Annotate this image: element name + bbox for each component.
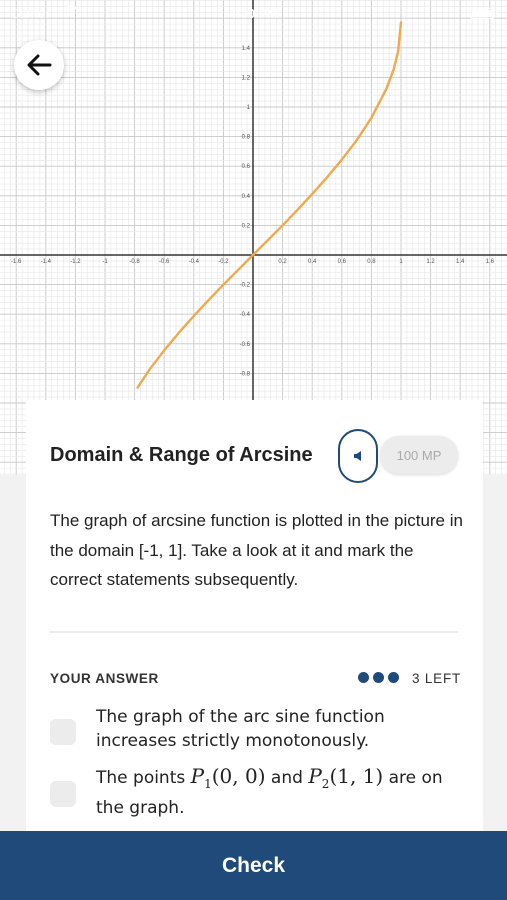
x-tick-label: 0.8 [367,259,376,265]
y-tick-label: 0.4 [242,194,251,200]
x-tick-label: 0.6 [338,259,347,265]
your-answer-label: YOUR ANSWER [50,671,159,686]
x-tick-label: -0.4 [189,259,200,265]
remaining-count: 3 LEFT [412,671,462,686]
progress-dot [373,672,384,683]
x-tick-label: 1 [399,259,403,265]
math-args: (1, 1) [329,764,384,788]
check-button[interactable]: Check [0,831,507,900]
x-tick-label: 0.4 [308,259,317,265]
option-text: The points P1(0, 0) and P2(1, 1) are on … [96,764,460,820]
back-button[interactable] [14,40,64,90]
status-bar: Carrier 4:30 PM [0,0,507,26]
y-tick-label: 0.2 [242,223,251,229]
math-point-p1: P1(0, 0) [190,764,266,791]
progress-dot [388,672,399,683]
option-checkbox[interactable] [50,719,76,745]
y-tick-label: 0.6 [242,164,251,170]
math-symbol: P [190,764,205,788]
answer-option-2[interactable]: The points P1(0, 0) and P2(1, 1) are on … [50,764,460,818]
question-card: Domain & Range of Arcsine 100 MP The gra… [26,400,483,840]
x-tick-label: -0.6 [159,259,170,265]
math-args: (0, 0) [211,764,266,788]
remaining-dots [358,672,399,683]
x-tick-label: 1.2 [426,259,435,265]
question-description: The graph of arcsine function is plotted… [50,511,463,589]
answer-option-1[interactable]: The graph of the arc sine function incre… [50,705,460,755]
option-text-part: The points [96,768,191,788]
x-tick-label: 1.6 [486,259,495,265]
y-tick-label: -0.2 [240,283,251,289]
x-tick-label: 0.2 [278,259,287,265]
progress-dot [358,672,369,683]
divider [50,631,458,633]
speaker-icon [354,451,361,461]
y-tick-label: 0.8 [242,135,251,141]
option-checkbox[interactable] [50,781,76,807]
y-tick-label: 1.4 [242,46,251,52]
math-point-p2: P2(1, 1) [308,764,384,791]
x-tick-label: -1.4 [41,259,52,265]
audio-button[interactable] [338,429,378,483]
option-text: The graph of the arc sine function incre… [96,707,385,751]
option-text-part: and [265,768,309,788]
mp-badge: 100 MP [380,436,458,474]
y-tick-label: 1 [247,105,251,111]
status-time: 4:30 PM [228,6,279,21]
x-tick-label: -1 [102,259,108,265]
x-tick-label: -0.2 [218,259,229,265]
arrow-left-icon [27,54,52,76]
y-tick-label: -0.6 [240,342,251,348]
math-subscript: 1 [204,777,212,791]
y-tick-label: -0.8 [240,371,251,377]
question-title: Domain & Range of Arcsine [50,444,313,466]
y-tick-label: 1.2 [242,75,251,81]
x-tick-label: 1.4 [456,259,465,265]
y-tick-label: -0.4 [240,312,251,318]
math-symbol: P [308,764,322,788]
x-tick-label: -1.6 [11,259,22,265]
x-tick-label: -0.8 [129,259,140,265]
battery-icon [470,8,498,19]
x-tick-label: -1.2 [70,259,81,265]
